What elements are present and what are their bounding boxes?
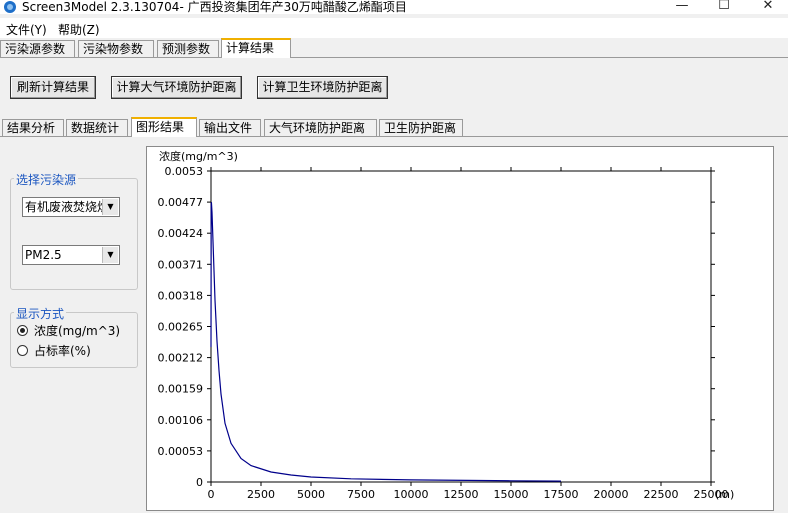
tab-pollutant-params[interactable]: 污染物参数: [78, 40, 154, 57]
x-tick-label: 17500: [544, 488, 579, 501]
radio-concentration[interactable]: [17, 325, 28, 336]
x-tick-label: 15000: [494, 488, 529, 501]
chevron-down-icon: ▼: [102, 247, 118, 263]
radio-concentration-label[interactable]: 浓度(mg/m^3): [34, 322, 120, 339]
y-axis-label: 浓度(mg/m^3): [159, 149, 238, 163]
refresh-results-button[interactable]: 刷新计算结果: [10, 76, 96, 99]
y-tick-label: 0.00424: [158, 227, 204, 240]
pollutant-select[interactable]: PM2.5 ▼: [22, 245, 120, 265]
y-tick-label: 0.00212: [158, 352, 204, 365]
tab-atmos-distance[interactable]: 大气环境防护距离: [264, 119, 377, 136]
x-tick-label: 5000: [297, 488, 325, 501]
y-tick-label: 0.00159: [158, 383, 204, 396]
chevron-down-icon: ▼: [102, 199, 118, 215]
minimize-button[interactable]: —: [662, 0, 702, 15]
tab-data-stats[interactable]: 数据统计: [66, 119, 128, 136]
y-tick-label: 0.00477: [158, 196, 204, 209]
y-tick-label: 0.00106: [158, 414, 204, 427]
x-axis-label: (m): [715, 488, 734, 501]
y-tick-label: 0.0053: [165, 165, 204, 178]
tab-health-distance[interactable]: 卫生防护距离: [379, 119, 463, 136]
y-tick-label: 0: [196, 476, 203, 489]
x-tick-label: 12500: [444, 488, 479, 501]
tab-result-analysis[interactable]: 结果分析: [2, 119, 64, 136]
menu-bar: [0, 18, 788, 38]
x-tick-label: 10000: [394, 488, 429, 501]
source-groupbox: [10, 178, 138, 290]
x-tick-label: 20000: [594, 488, 629, 501]
app-logo-icon: [4, 1, 16, 13]
radio-ratio[interactable]: [17, 345, 28, 356]
y-tick-label: 0.00053: [158, 445, 204, 458]
y-tick-label: 0.00265: [158, 321, 204, 334]
pollutant-select-value: PM2.5: [25, 248, 62, 262]
tab-output-file[interactable]: 输出文件: [199, 119, 261, 136]
x-tick-label: 22500: [644, 488, 679, 501]
x-tick-label: 0: [208, 488, 215, 501]
source-group-title: 选择污染源: [14, 171, 79, 188]
x-tick-label: 7500: [347, 488, 375, 501]
x-tick-label: 2500: [247, 488, 275, 501]
plot-frame: [210, 170, 712, 483]
tab-results[interactable]: 计算结果: [221, 38, 291, 58]
y-tick-label: 0.00371: [158, 258, 204, 271]
concentration-chart: 0 0.00053 0.00106 0.00159 0.00212 0.00265 0.00…: [158, 149, 735, 501]
display-group-title: 显示方式: [14, 305, 67, 322]
menu-help[interactable]: 帮助(Z): [58, 21, 100, 38]
calc-health-distance-button[interactable]: 计算卫生环境防护距离: [257, 76, 388, 99]
close-button[interactable]: ✕: [748, 0, 788, 15]
menu-file[interactable]: 文件(Y): [6, 21, 47, 38]
chart-panel: 0 0.00053 0.00106 0.00159 0.00212 0.00265 0.00…: [146, 146, 774, 511]
source-select-value: 有机废液焚烧炉: [25, 200, 110, 214]
tab-prediction-params[interactable]: 预测参数: [157, 40, 219, 57]
radio-ratio-label[interactable]: 占标率(%): [34, 342, 91, 359]
tab-graph-results[interactable]: 图形结果: [131, 117, 197, 137]
tab-source-params[interactable]: 污染源参数: [0, 40, 75, 57]
maximize-button[interactable]: ☐: [704, 0, 744, 15]
source-select[interactable]: 有机废液焚烧炉 ▼: [22, 197, 120, 217]
y-tick-label: 0.00318: [158, 289, 204, 302]
window-title: Screen3Model 2.3.130704- 广西投资集团年产30万吨醋酸乙…: [22, 0, 407, 14]
calc-atmos-distance-button[interactable]: 计算大气环境防护距离: [111, 76, 242, 99]
